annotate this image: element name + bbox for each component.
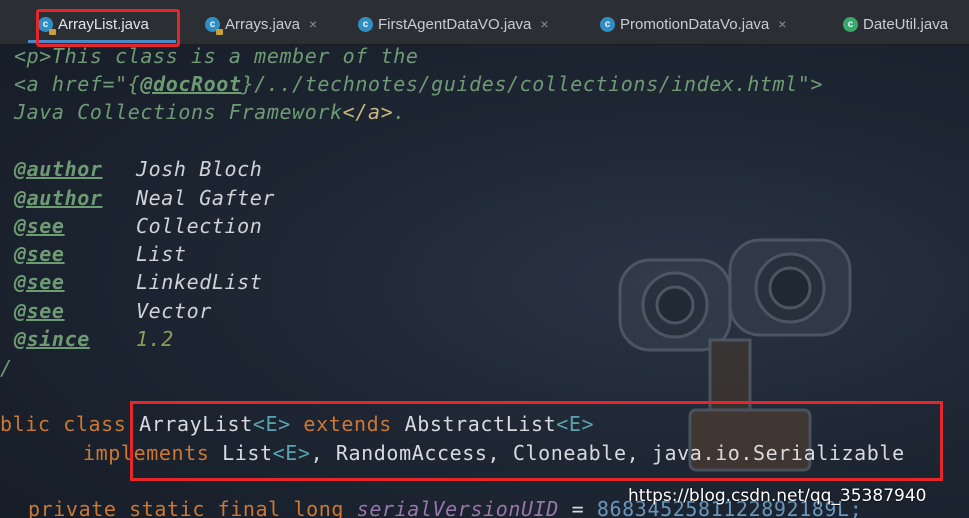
watermark-url: https://blog.csdn.net/qq_35387940 xyxy=(628,486,927,506)
tab-arrays-java[interactable]: c Arrays.java × xyxy=(205,8,317,40)
close-icon[interactable]: × xyxy=(778,16,786,32)
tab-dateutil-java[interactable]: c DateUtil.java xyxy=(843,8,948,40)
ide-editor-window: c ArrayList.java c Arrays.java × c First… xyxy=(0,0,969,518)
close-icon[interactable]: × xyxy=(309,16,317,32)
code-highlight-box xyxy=(130,401,943,481)
close-icon[interactable]: × xyxy=(540,16,548,32)
doc-tag-line: @since 1.2 xyxy=(14,327,174,351)
doc-tag-line: @see Collection xyxy=(14,214,263,238)
doc-end-line: / xyxy=(0,356,13,380)
doc-tag-line: @see List xyxy=(14,242,187,266)
tab-label: PromotionDataVo.java xyxy=(620,15,770,33)
doc-tag-line: @see Vector xyxy=(14,299,212,323)
class-icon: c xyxy=(600,16,615,32)
class-locked-icon: c xyxy=(205,16,223,35)
tab-promotiondatavo-java[interactable]: c PromotionDataVo.java × xyxy=(600,8,786,40)
doc-inline-tag: @docRoot xyxy=(140,72,242,96)
doc-line: Java Collections Framework</a>. xyxy=(14,100,406,124)
doc-tag-line: @author Neal Gafter xyxy=(14,186,276,210)
doc-tag-line: @author Josh Bloch xyxy=(14,157,263,181)
tab-label: FirstAgentDataVO.java xyxy=(378,15,532,33)
doc-line: <p>This class is a member of the xyxy=(14,44,419,68)
doc-line: <a href="{@docRoot}/../technotes/guides/… xyxy=(14,72,824,96)
tab-label: DateUtil.java xyxy=(863,15,949,33)
tab-label: Arrays.java xyxy=(225,15,301,33)
tab-firstagentdatavo-java[interactable]: c FirstAgentDataVO.java × xyxy=(358,8,549,40)
class-icon: c xyxy=(843,16,858,32)
doc-tag-line: @see LinkedList xyxy=(14,270,263,294)
class-icon: c xyxy=(358,16,373,32)
